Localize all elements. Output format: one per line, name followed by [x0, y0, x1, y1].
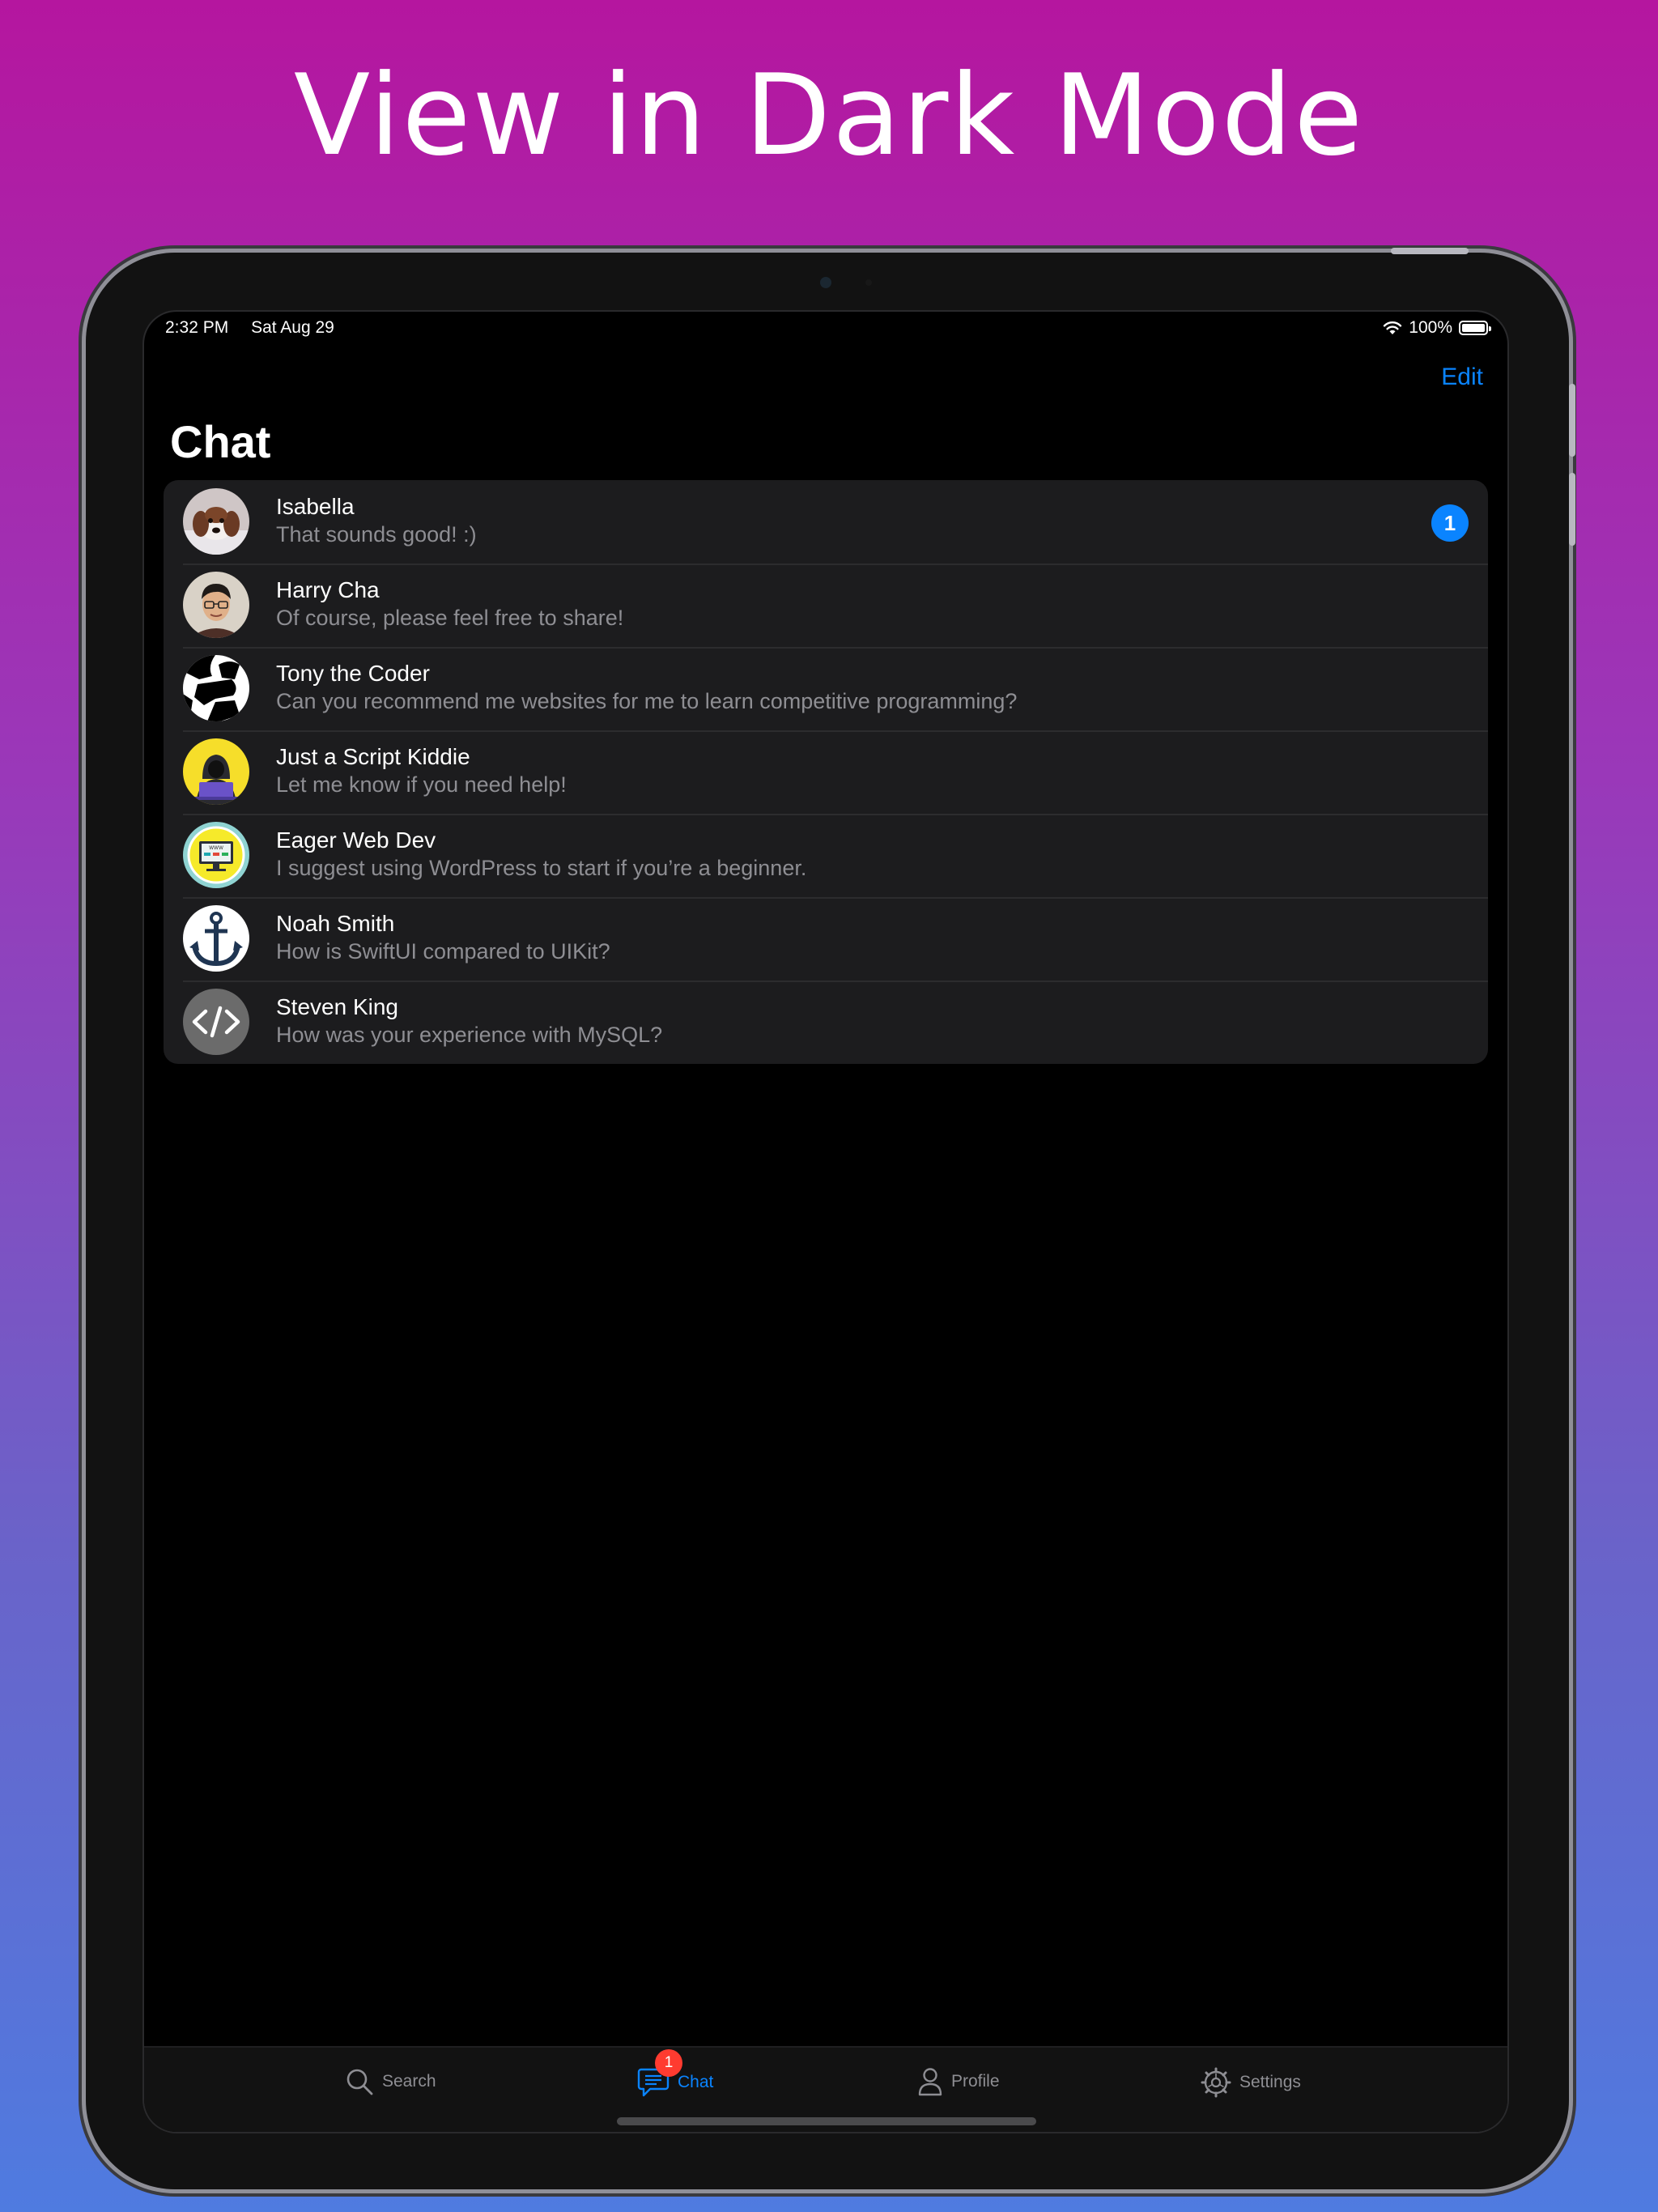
battery-icon — [1459, 321, 1491, 335]
coder-silhouette-avatar — [183, 655, 249, 721]
tab-label: Search — [382, 2072, 436, 2091]
tab-label: Settings — [1239, 2073, 1301, 2091]
gear-icon — [1201, 2067, 1231, 2098]
chat-row-tony-the-coder[interactable]: Tony the Coder Can you recommend me webs… — [164, 647, 1488, 730]
edit-button[interactable]: Edit — [1441, 364, 1483, 391]
camera-sensor — [865, 279, 872, 286]
message-preview: Of course, please feel free to share! — [276, 606, 624, 630]
status-bar: 2:32 PM Sat Aug 29 100% — [144, 312, 1507, 344]
puppy-photo-avatar — [183, 488, 249, 555]
tab-search[interactable]: Search — [345, 2067, 436, 2096]
status-time: 2:32 PM — [165, 318, 229, 337]
chat-row-isabella[interactable]: Isabella That sounds good! :) 1 — [164, 480, 1488, 564]
contact-name: Eager Web Dev — [276, 827, 436, 853]
hooded-hacker-avatar — [183, 738, 249, 805]
contact-name: Harry Cha — [276, 577, 380, 602]
tab-chat[interactable]: Chat 1 — [637, 2049, 714, 2098]
front-camera — [820, 277, 831, 288]
www-monitor-avatar: WWW — [183, 822, 249, 888]
message-preview: Can you recommend me websites for me to … — [276, 689, 1018, 713]
code-brackets-avatar — [183, 989, 249, 1055]
unread-badge: 1 — [1431, 504, 1469, 542]
app-screen: 2:32 PM Sat Aug 29 100% Edit Chat Isabel… — [144, 312, 1507, 2132]
chat-row-eager-web-dev[interactable]: WWW Eager Web Dev I suggest using WordPr… — [164, 814, 1488, 897]
battery-percentage: 100% — [1409, 318, 1452, 337]
chat-row-noah-smith[interactable]: Noah Smith How is SwiftUI compared to UI… — [164, 897, 1488, 981]
battery-level-fill — [1462, 324, 1485, 332]
top-button — [1391, 248, 1469, 254]
home-indicator — [617, 2117, 1036, 2125]
person-icon — [918, 2068, 942, 2096]
contact-name: Isabella — [276, 494, 355, 519]
tab-bar: Search Chat 1 Profile Settings — [144, 2046, 1507, 2132]
tab-label: Chat — [678, 2073, 714, 2091]
contact-name: Tony the Coder — [276, 661, 430, 686]
tab-label: Profile — [951, 2072, 1000, 2091]
tab-profile[interactable]: Profile — [917, 2067, 1000, 2096]
chat-list: Isabella That sounds good! :) 1 Harry Ch… — [164, 480, 1488, 1064]
status-date: Sat Aug 29 — [251, 318, 334, 337]
message-preview: That sounds good! :) — [276, 522, 477, 547]
message-preview: How is SwiftUI compared to UIKit? — [276, 939, 610, 963]
magnifying-glass-icon — [346, 2069, 373, 2095]
contact-name: Steven King — [276, 994, 398, 1019]
contact-name: Just a Script Kiddie — [276, 744, 470, 769]
message-preview: Let me know if you need help! — [276, 772, 567, 797]
message-preview: I suggest using WordPress to start if yo… — [276, 856, 807, 880]
wifi-icon — [1384, 321, 1402, 334]
volume-up-button — [1569, 384, 1575, 457]
volume-down-button — [1569, 473, 1575, 546]
promo-title: View in Dark Mode — [293, 50, 1365, 181]
svg-text:WWW: WWW — [209, 845, 223, 851]
message-preview: How was your experience with MySQL? — [276, 1023, 663, 1047]
page-title: Chat — [170, 416, 271, 467]
contact-name: Noah Smith — [276, 911, 395, 936]
man-with-glasses-photo-avatar — [183, 572, 249, 638]
tab-settings[interactable]: Settings — [1201, 2067, 1301, 2098]
tab-badge: 1 — [655, 2049, 682, 2077]
anchor-avatar — [183, 905, 249, 972]
chat-row-just-a-script-kiddie[interactable]: Just a Script Kiddie Let me know if you … — [164, 730, 1488, 814]
chat-row-harry-cha[interactable]: Harry Cha Of course, please feel free to… — [164, 564, 1488, 647]
chat-row-steven-king[interactable]: Steven King How was your experience with… — [164, 981, 1488, 1064]
